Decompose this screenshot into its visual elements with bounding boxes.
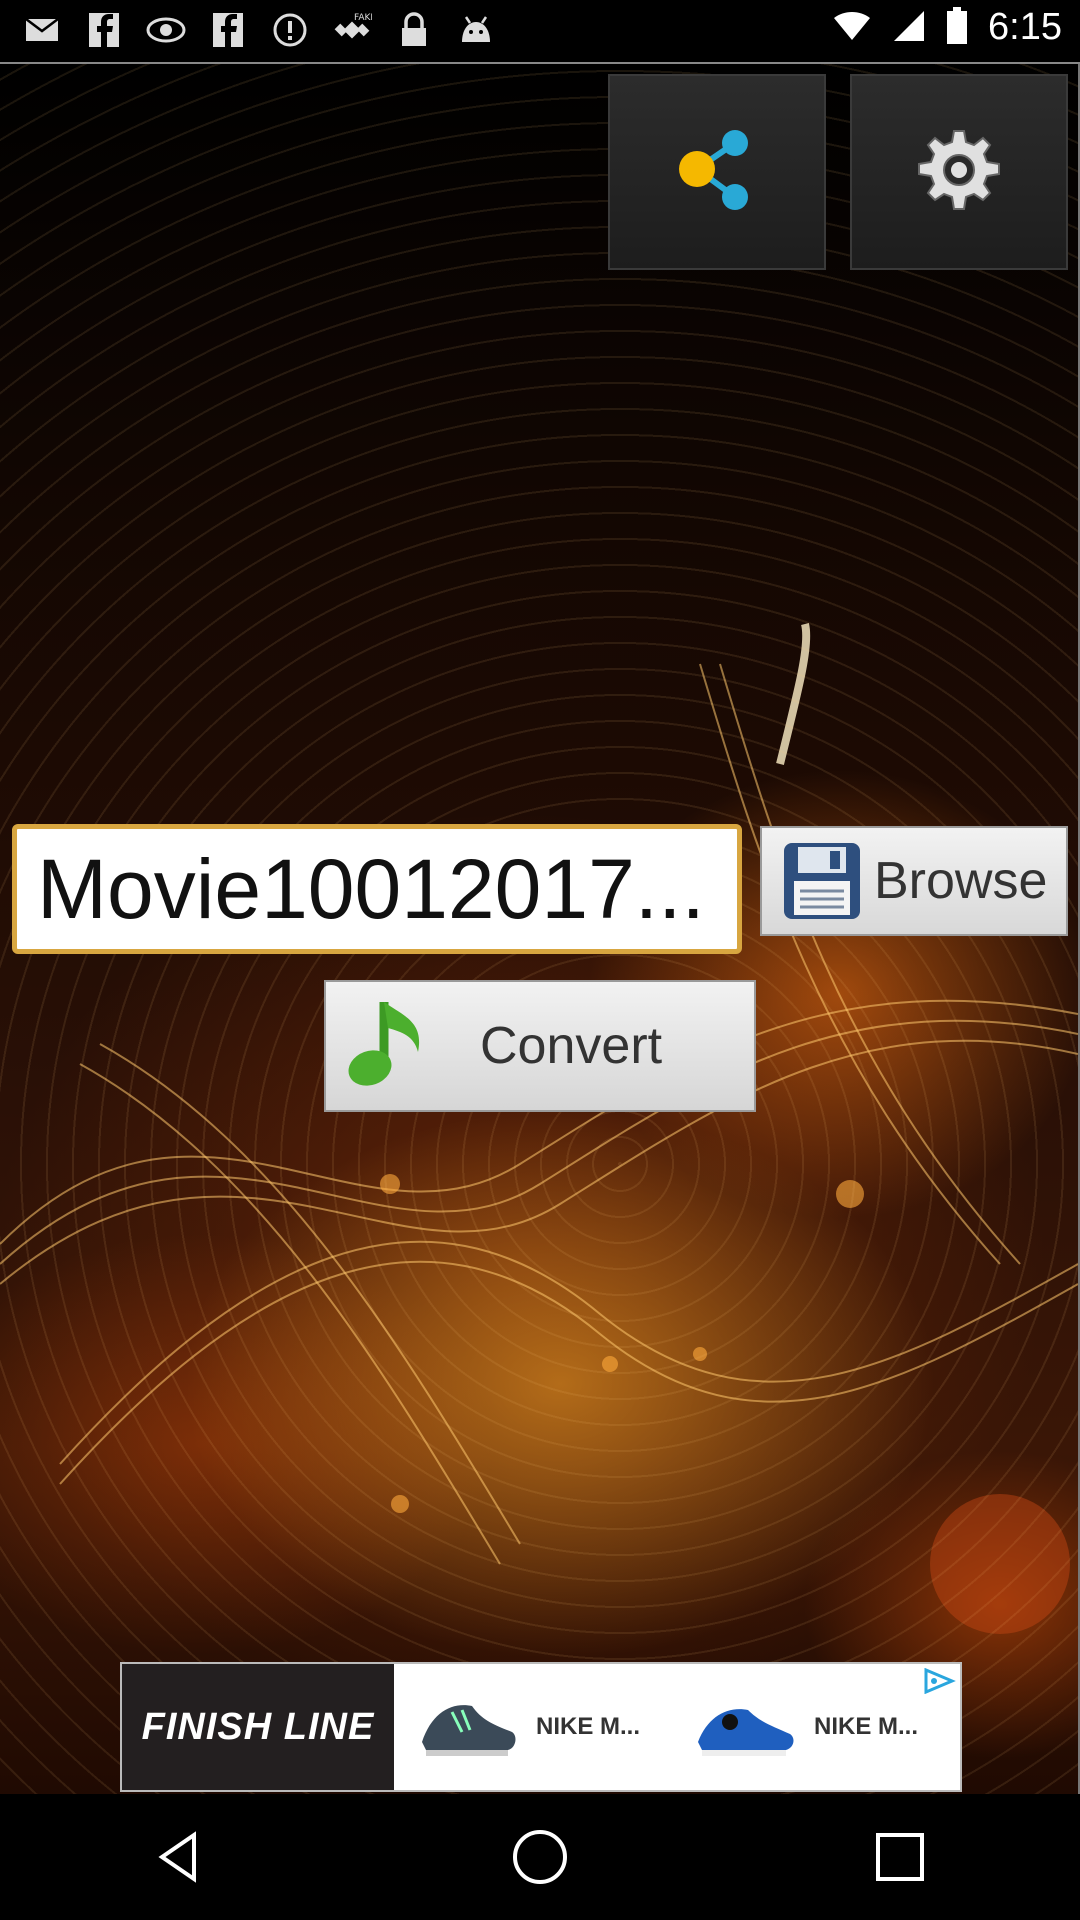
system-status: 6:15 [832,6,1062,49]
fake-gps-icon: FAKE [332,10,372,50]
sneaker-image [698,1709,794,1756]
ad-item-label: NIKE M... [814,1713,919,1740]
recents-icon [876,1833,924,1881]
android-icon [456,10,496,50]
home-button[interactable] [480,1807,600,1907]
facebook-icon [208,10,248,50]
floppy-disk-icon [784,843,860,919]
ad-item[interactable]: NIKE M... [690,1692,950,1762]
ad-banner[interactable]: FINISH LINE NIKE M... NIKE M... [120,1662,962,1792]
recents-button[interactable] [840,1807,960,1907]
filename-field[interactable]: Movie10012017... [12,824,742,954]
adchoices-icon[interactable] [922,1667,956,1698]
share-button[interactable] [608,74,826,270]
ad-item[interactable]: NIKE M... [412,1692,672,1762]
ad-item-label: NIKE M... [536,1713,641,1740]
music-note-icon [348,1002,420,1086]
notification-icons: FAKE [22,10,496,50]
sneaker-image [422,1705,516,1756]
convert-button[interactable]: Convert [324,980,756,1112]
facebook-icon [84,10,124,50]
browse-label: Browse [874,852,1048,910]
battery-icon [946,6,968,49]
lock-icon [394,10,434,50]
vision-icon [146,10,186,50]
convert-label: Convert [480,1017,663,1075]
ad-brand-logo: FINISH LINE [122,1664,394,1790]
navigation-bar [0,1794,1080,1920]
share-icon [679,130,748,210]
browse-button[interactable]: Browse [760,826,1068,936]
back-icon [158,1831,196,1883]
home-icon [513,1830,567,1884]
signal-icon [892,9,926,47]
email-icon [22,10,62,50]
gear-icon [918,130,1000,210]
status-bar: FAKE 6:15 [0,0,1080,62]
wifi-icon [832,10,872,46]
settings-button[interactable] [850,74,1068,270]
back-button[interactable] [120,1807,240,1907]
info-icon [270,10,310,50]
clock: 6:15 [988,6,1062,48]
svg-text:FAKE: FAKE [354,13,372,23]
